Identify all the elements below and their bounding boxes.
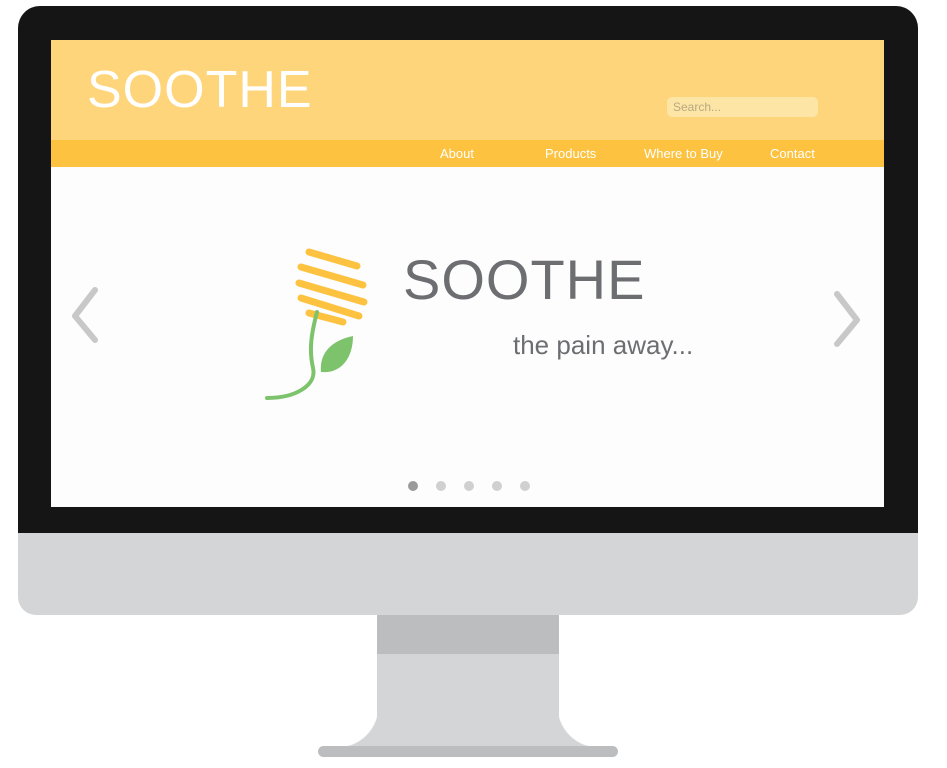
carousel-dot[interactable] — [520, 481, 530, 491]
nav-item-where-to-buy[interactable]: Where to Buy — [644, 140, 723, 167]
carousel-dot[interactable] — [464, 481, 474, 491]
carousel-indicators — [408, 481, 530, 491]
nav-item-products[interactable]: Products — [545, 140, 596, 167]
carousel-dot[interactable] — [408, 481, 418, 491]
chevron-right-icon — [834, 291, 860, 347]
carousel-prev-button[interactable] — [67, 278, 107, 348]
hero-tagline: the pain away... — [513, 330, 694, 360]
nav-item-contact[interactable]: Contact — [770, 140, 815, 167]
monitor-neck-curve-left — [337, 706, 379, 748]
monitor-neck — [377, 654, 559, 746]
nav-bar: About Products Where to Buy Contact — [51, 140, 884, 167]
carousel-dot[interactable] — [492, 481, 502, 491]
monitor-neck-shadow — [377, 615, 559, 655]
carousel-dot[interactable] — [436, 481, 446, 491]
chevron-left-icon — [72, 287, 98, 343]
nav-item-about[interactable]: About — [440, 140, 474, 167]
website-screen: SOOTHE About Products Where to Buy Conta… — [51, 40, 884, 507]
carousel-next-button[interactable] — [825, 278, 865, 348]
monitor-neck-curve-right — [557, 706, 599, 748]
monitor-base — [318, 746, 618, 757]
search-input[interactable] — [667, 97, 818, 117]
hero-title: SOOTHE — [403, 248, 646, 311]
monitor-chin — [18, 533, 918, 615]
brand-logo-text[interactable]: SOOTHE — [87, 60, 313, 120]
site-header: SOOTHE — [51, 40, 884, 140]
flower-logo-icon — [265, 248, 368, 400]
